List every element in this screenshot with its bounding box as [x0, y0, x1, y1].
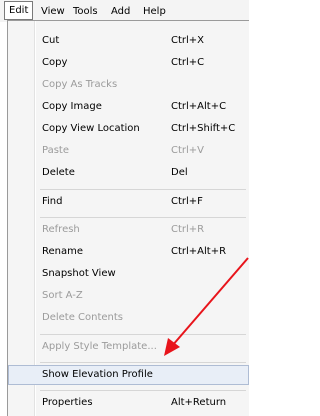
arrow-shaft [171, 257, 249, 347]
screen: { "menubar": { "items": [ {"label": "Edi… [0, 0, 249, 416]
red-arrow-annotation [164, 257, 249, 356]
